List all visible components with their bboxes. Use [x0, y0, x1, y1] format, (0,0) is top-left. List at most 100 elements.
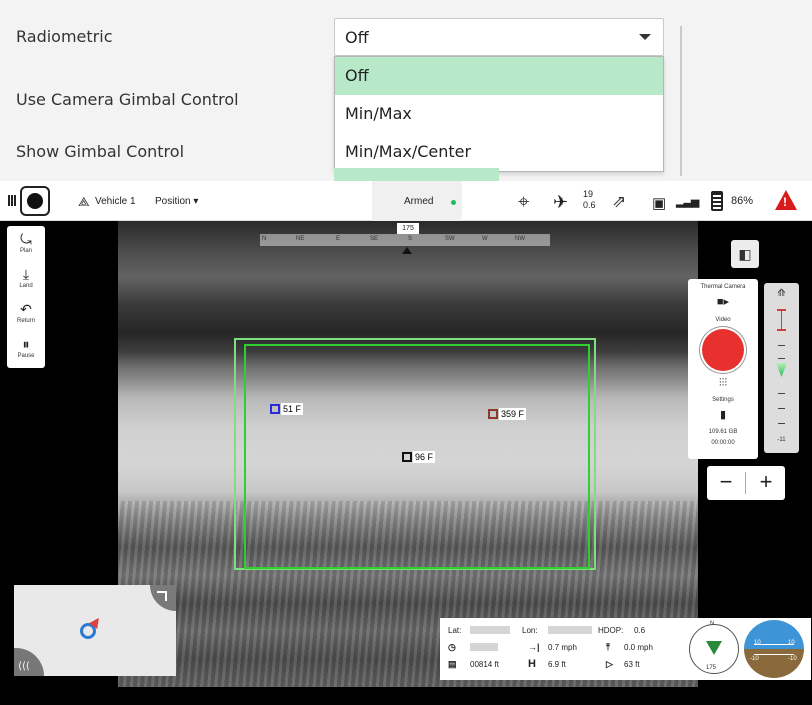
fly-tools-panel: ⤿ Plan ⤓ Land ↶ Return ⏸ Pause: [7, 226, 45, 368]
gimbal-icon: ⟰: [777, 288, 786, 299]
storage-free: 109.61 GB: [708, 429, 738, 435]
option-min-max[interactable]: Min/Max: [335, 95, 663, 133]
radiometric-dropdown-menu: Off Min/Max Min/Max/Center: [334, 56, 664, 172]
compass-heading-value: 175: [397, 223, 419, 234]
gimbal-pitch-slider[interactable]: ⟰ -11: [764, 283, 799, 453]
plan-button[interactable]: ⤿ Plan: [7, 231, 45, 254]
height-value: 6.9 ft: [548, 660, 566, 669]
telemetry-link-icon[interactable]: ⇗: [612, 192, 626, 212]
app-logo-button[interactable]: [20, 186, 50, 216]
video-area[interactable]: N NE E SE S SW W NW 175 ⤿ Plan ⤓ Land ↶ …: [0, 221, 812, 705]
land-icon: ⤓: [22, 266, 30, 282]
drone-position-icon: [80, 623, 96, 639]
gimbal-limit-bottom: [777, 329, 786, 331]
hdop-value: 0.6: [634, 626, 646, 635]
return-label: Return: [16, 318, 35, 324]
recording-time: 00:00:00: [711, 440, 735, 446]
heading-degrees: 175: [706, 665, 717, 671]
vertical-speed-icon: ⤒: [606, 642, 610, 652]
height-icon: H: [528, 658, 536, 670]
min-temp-label: 51 F: [281, 403, 304, 415]
horizontal-speed: 0.7 mph: [548, 643, 577, 652]
lon-label: Lon:: [522, 626, 538, 635]
min-spot-marker: [270, 404, 280, 414]
zoom-control: − +: [707, 466, 785, 500]
distance-home: 63 ft: [624, 660, 640, 669]
lon-value-redacted: [548, 626, 592, 634]
mini-map[interactable]: ⟨⟨⟨: [14, 585, 176, 676]
warning-icon[interactable]: [775, 190, 797, 210]
pause-label: Pause: [17, 353, 35, 359]
attitude-bottom-right-label: -10: [788, 656, 797, 662]
compass-pointer-icon: [402, 247, 412, 254]
settings-scrollbar[interactable]: [680, 26, 682, 176]
armed-indicator[interactable]: Armed: [372, 181, 462, 221]
gps-lock-icon[interactable]: ⌖: [518, 191, 529, 214]
gimbal-tick: [778, 358, 785, 359]
satellite-icon[interactable]: ✈: [553, 192, 568, 213]
battery-percent: 86%: [731, 195, 754, 207]
land-button[interactable]: ⤓ Land: [7, 266, 45, 289]
horizontal-speed-icon: →|: [528, 642, 540, 652]
zoom-divider: [745, 472, 746, 494]
flight-mode-selector[interactable]: Position ▾: [155, 196, 198, 207]
gimbal-tick: [778, 423, 785, 424]
compass-strip: N NE E SE S SW W NW: [260, 234, 550, 246]
attitude-bottom-left-label: -10: [750, 656, 759, 662]
return-button[interactable]: ↶ Return: [7, 301, 45, 324]
signal-strength-icon: ▂▃▅: [676, 196, 699, 208]
land-label: Land: [19, 283, 33, 289]
telemetry-panel: Lat: Lon: HDOP: 0.6 ◷ →| 0.7 mph ⤒ 0.0 m…: [440, 618, 811, 680]
layers-icon[interactable]: ◧: [731, 240, 759, 268]
pause-icon: ⏸: [22, 336, 30, 352]
satellite-count: 19: [583, 189, 594, 199]
compass-dir-ne: NE: [296, 236, 305, 242]
satellite-hdop: 0.6: [583, 200, 596, 210]
camera-panel: Thermal Camera ■▸ Video ⫶⫶⫶ Settings ▮ 1…: [688, 279, 758, 459]
toggle-strip: [334, 168, 499, 181]
vehicle-icon: ⟁: [78, 194, 90, 209]
compass-dir-se: SE: [370, 236, 379, 242]
flight-distance: 00814 ft: [470, 660, 499, 669]
vertical-speed: 0.0 mph: [624, 643, 653, 652]
camera-mode-label: Video: [715, 317, 731, 323]
zoom-in-button[interactable]: +: [747, 466, 785, 500]
compass-north-label: N: [710, 621, 715, 627]
gimbal-pitch-value: -11: [777, 437, 786, 443]
zoom-out-button[interactable]: −: [707, 466, 745, 500]
record-button[interactable]: [702, 329, 744, 371]
camera-settings-label: Settings: [712, 397, 734, 403]
gimbal-slider-thumb[interactable]: [776, 363, 787, 377]
radiometric-select[interactable]: Off: [334, 18, 664, 56]
lat-label: Lat:: [448, 626, 462, 635]
attitude-top-right-label: 10: [788, 640, 795, 646]
attitude-pitch-line: [754, 654, 794, 655]
hdop-label: HDOP:: [598, 626, 624, 635]
lat-value-redacted: [470, 626, 510, 634]
radiometric-label: Radiometric: [16, 27, 113, 46]
option-min-max-center[interactable]: Min/Max/Center: [335, 133, 663, 171]
max-temp-label: 359 F: [499, 408, 527, 420]
menu-icon[interactable]: [8, 195, 16, 206]
gimbal-tick: [778, 345, 785, 346]
compass-dir-nw: NW: [515, 236, 525, 242]
camera-settings-icon[interactable]: ⫶⫶⫶: [688, 377, 758, 390]
compass-dir-n: N: [262, 236, 267, 242]
video-camera-icon[interactable]: ■▸: [688, 295, 758, 308]
compass-dir-e: E: [336, 236, 341, 242]
armed-status-dot: [451, 200, 456, 205]
top-toolbar: ⟁ Vehicle 1 Position ▾ Armed ⌖ ✈ 19 0.6 …: [0, 181, 812, 221]
rc-controller-icon[interactable]: ▣: [652, 194, 666, 212]
max-spot-marker: [488, 409, 498, 419]
heading-arrow-icon: [706, 641, 722, 655]
pause-button[interactable]: ⏸ Pause: [7, 336, 45, 359]
plan-label: Plan: [19, 248, 32, 254]
gimbal-tick: [778, 408, 785, 409]
expand-map-icon[interactable]: [150, 585, 176, 611]
battery-icon[interactable]: [711, 191, 723, 211]
collapse-map-icon[interactable]: ⟨⟨⟨: [14, 648, 44, 676]
time-value-redacted: [470, 643, 498, 651]
vehicle-selector[interactable]: Vehicle 1: [95, 196, 136, 207]
option-off[interactable]: Off: [335, 57, 663, 95]
gimbal-limit-bar: [781, 310, 782, 330]
